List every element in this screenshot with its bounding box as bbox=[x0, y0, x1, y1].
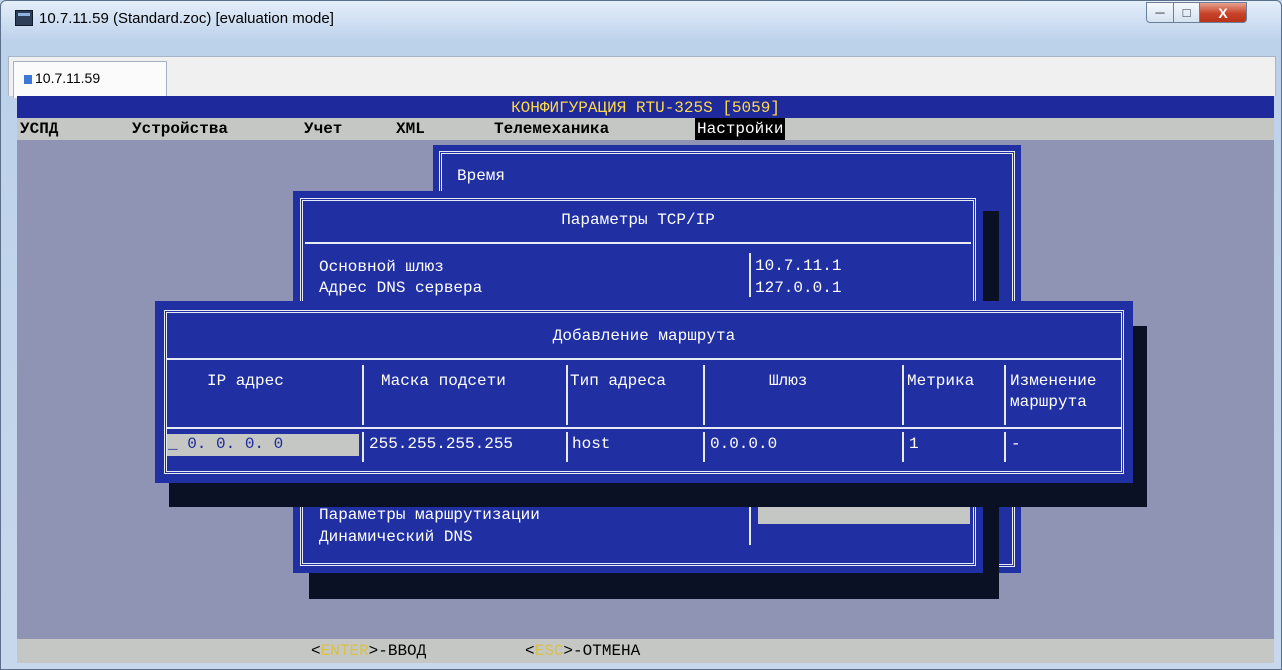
ip-address-input[interactable]: _ 0. 0. 0. 0 bbox=[168, 435, 283, 453]
tab-strip: 10.7.11.59 bbox=[8, 56, 1276, 98]
col-metric: Метрика bbox=[907, 372, 975, 390]
window-title: 10.7.11.59 (Standard.zoc) [evaluation mo… bbox=[39, 10, 334, 27]
dynamic-dns-item[interactable]: Динамический DNS bbox=[319, 528, 473, 546]
esc-hint[interactable]: <ESC>-ОТМЕНА bbox=[525, 639, 640, 663]
col-ip-address: IP адрес bbox=[207, 372, 284, 390]
col-route-change-line2: маршрута bbox=[1010, 393, 1087, 411]
gateway-row-value[interactable]: 0.0.0.0 bbox=[710, 435, 777, 453]
menu-item-devices[interactable]: Устройства bbox=[132, 118, 228, 140]
terminal-header: КОНФИГУРАЦИЯ RTU-325S [5059] bbox=[17, 96, 1274, 118]
metric-value[interactable]: 1 bbox=[909, 435, 919, 453]
close-button[interactable]: X bbox=[1199, 2, 1247, 23]
settings-item-time[interactable]: Время bbox=[457, 167, 505, 185]
session-tab[interactable]: 10.7.11.59 bbox=[13, 61, 167, 98]
gateway-value[interactable]: 10.7.11.1 bbox=[755, 257, 841, 275]
tcp-ip-dialog-title: Параметры TCP/IP bbox=[561, 211, 715, 229]
maximize-button[interactable]: □ bbox=[1173, 2, 1200, 23]
menu-item-xml[interactable]: XML bbox=[396, 118, 425, 140]
terminal-footer: <ENTER>-ВВОД <ESC>-ОТМЕНА bbox=[17, 639, 1274, 663]
routing-params-item[interactable]: Параметры маршрутизации bbox=[319, 506, 540, 524]
menu-item-settings[interactable]: Настройки bbox=[695, 118, 786, 140]
minimize-icon: ─ bbox=[1155, 5, 1165, 20]
menu-item-uspd[interactable]: УСПД bbox=[20, 118, 58, 140]
app-icon[interactable] bbox=[15, 10, 33, 26]
dns-label: Адрес DNS сервера bbox=[319, 279, 483, 297]
terminal-screen[interactable]: КОНФИГУРАЦИЯ RTU-325S [5059] УСПД Устрой… bbox=[17, 96, 1274, 663]
enter-hint[interactable]: <ENTER>-ВВОД bbox=[311, 639, 426, 663]
minimize-button[interactable]: ─ bbox=[1146, 2, 1174, 23]
close-icon: X bbox=[1218, 4, 1228, 21]
col-subnet-mask: Маска подсети bbox=[381, 372, 506, 390]
dns-value[interactable]: 127.0.0.1 bbox=[755, 279, 841, 297]
add-route-dialog: Добавление маршрута IP адрес Маска подсе… bbox=[155, 301, 1133, 483]
route-change-value[interactable]: - bbox=[1011, 435, 1021, 453]
application-window: 10.7.11.59 (Standard.zoc) [evaluation mo… bbox=[0, 0, 1282, 670]
terminal-menu-bar: УСПД Устройства Учет XML Телемеханика На… bbox=[17, 118, 1274, 140]
menu-item-telemechanics[interactable]: Телемеханика bbox=[494, 118, 609, 140]
address-type-value[interactable]: host bbox=[572, 435, 610, 453]
menu-item-accounting[interactable]: Учет bbox=[304, 118, 342, 140]
col-gateway: Шлюз bbox=[769, 372, 808, 390]
subnet-mask-value[interactable]: 255.255.255.255 bbox=[369, 435, 513, 453]
maximize-icon: □ bbox=[1182, 5, 1191, 20]
title-bar[interactable]: 10.7.11.59 (Standard.zoc) [evaluation mo… bbox=[1, 1, 1281, 35]
col-address-type: Тип адреса bbox=[570, 372, 667, 390]
terminal-tab-icon bbox=[24, 75, 32, 84]
col-route-change: Изменение bbox=[1010, 372, 1097, 390]
session-tab-label: 10.7.11.59 bbox=[35, 70, 101, 86]
add-route-dialog-title: Добавление маршрута bbox=[552, 327, 736, 345]
gateway-label: Основной шлюз bbox=[319, 258, 444, 276]
